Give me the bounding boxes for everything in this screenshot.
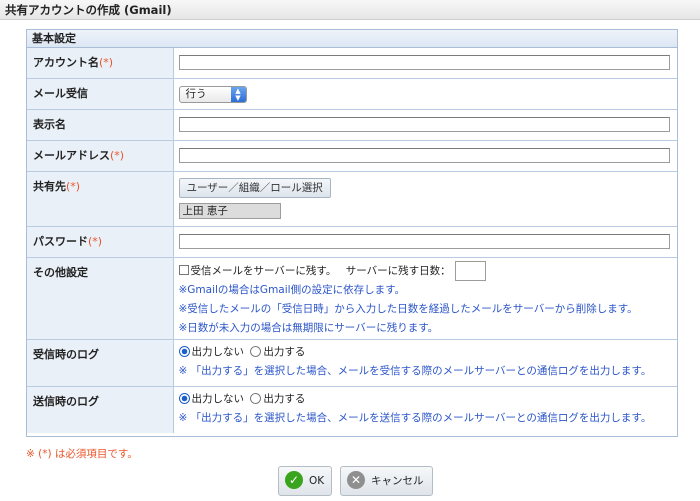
required-mark: (*)	[99, 56, 114, 69]
receive-log-on-label: 出力する	[263, 345, 306, 358]
note-delete: ※受信したメールの「受信日時」から入力した日数を経過したメールをサーバーから削除…	[178, 302, 638, 315]
account-name-label: アカウント名(*)	[27, 48, 174, 78]
mail-address-input[interactable]	[178, 147, 670, 163]
leave-on-server-checkbox[interactable]	[178, 264, 189, 275]
password-label: パスワード(*)	[27, 225, 174, 257]
send-log-on-radio[interactable]	[250, 392, 262, 404]
receive-log-off-label: 出力しない	[191, 345, 245, 358]
leave-on-server-label: 受信メールをサーバーに残す。	[190, 264, 337, 277]
close-icon: ✕	[347, 471, 365, 489]
mail-receive-label: メール受信	[27, 77, 174, 109]
section-title: 基本設定	[27, 30, 677, 48]
account-name-input[interactable]	[178, 55, 670, 70]
receive-log-note: ※ 「出力する」を選択した場合、メールを受信する際のメールサーバーとの通信ログを…	[178, 364, 652, 377]
basic-settings-panel: 基本設定 アカウント名(*) メール受信 行う ▲ ▼ 表示名 メールアドレス(*…	[26, 29, 678, 437]
receive-log-off-radio[interactable]	[178, 345, 190, 357]
other-settings-label: その他設定	[27, 256, 174, 339]
receive-log-label: 受信時のログ	[27, 338, 174, 386]
window-title: 共有アカウントの作成 (Gmail)	[0, 0, 700, 20]
note-unlimited: ※日数が未入力の場合は無期限にサーバーに残ります。	[178, 321, 439, 334]
send-log-note: ※ 「出力する」を選択した場合、メールを送信する際のメールサーバーとの通信ログを…	[178, 411, 652, 424]
mail-address-label: メールアドレス(*)	[27, 139, 174, 171]
send-log-label: 送信時のログ	[27, 385, 174, 433]
send-log-on-label: 出力する	[263, 392, 306, 405]
note-gmail: ※Gmailの場合はGmail側の設定に依存します。	[178, 283, 406, 296]
days-label: サーバーに残す日数：	[345, 264, 451, 277]
required-fields-note: ※ (*) は必須項目です。	[26, 448, 138, 460]
selected-user: 上田 恵子	[178, 202, 281, 219]
send-log-off-label: 出力しない	[191, 392, 245, 405]
send-log-off-radio[interactable]	[178, 392, 190, 404]
mail-receive-select[interactable]: 行う ▲ ▼	[178, 85, 247, 103]
mail-receive-selected: 行う	[185, 87, 207, 100]
check-icon: ✓	[285, 471, 303, 489]
display-name-label: 表示名	[27, 108, 174, 140]
share-target-label: 共有先(*)	[27, 170, 174, 226]
user-org-role-select-button[interactable]: ユーザー／組織／ロール選択	[178, 177, 331, 198]
cancel-button[interactable]: ✕ キャンセル	[340, 466, 433, 496]
settings-form: アカウント名(*) メール受信 行う ▲ ▼ 表示名 メールアドレス(*) 共有先…	[27, 48, 677, 433]
receive-log-on-radio[interactable]	[250, 345, 262, 357]
select-arrows-icon: ▲ ▼	[230, 86, 246, 102]
display-name-input[interactable]	[178, 116, 670, 132]
ok-button[interactable]: ✓ OK	[278, 466, 332, 496]
password-input[interactable]	[178, 233, 670, 249]
days-input[interactable]	[454, 260, 486, 281]
